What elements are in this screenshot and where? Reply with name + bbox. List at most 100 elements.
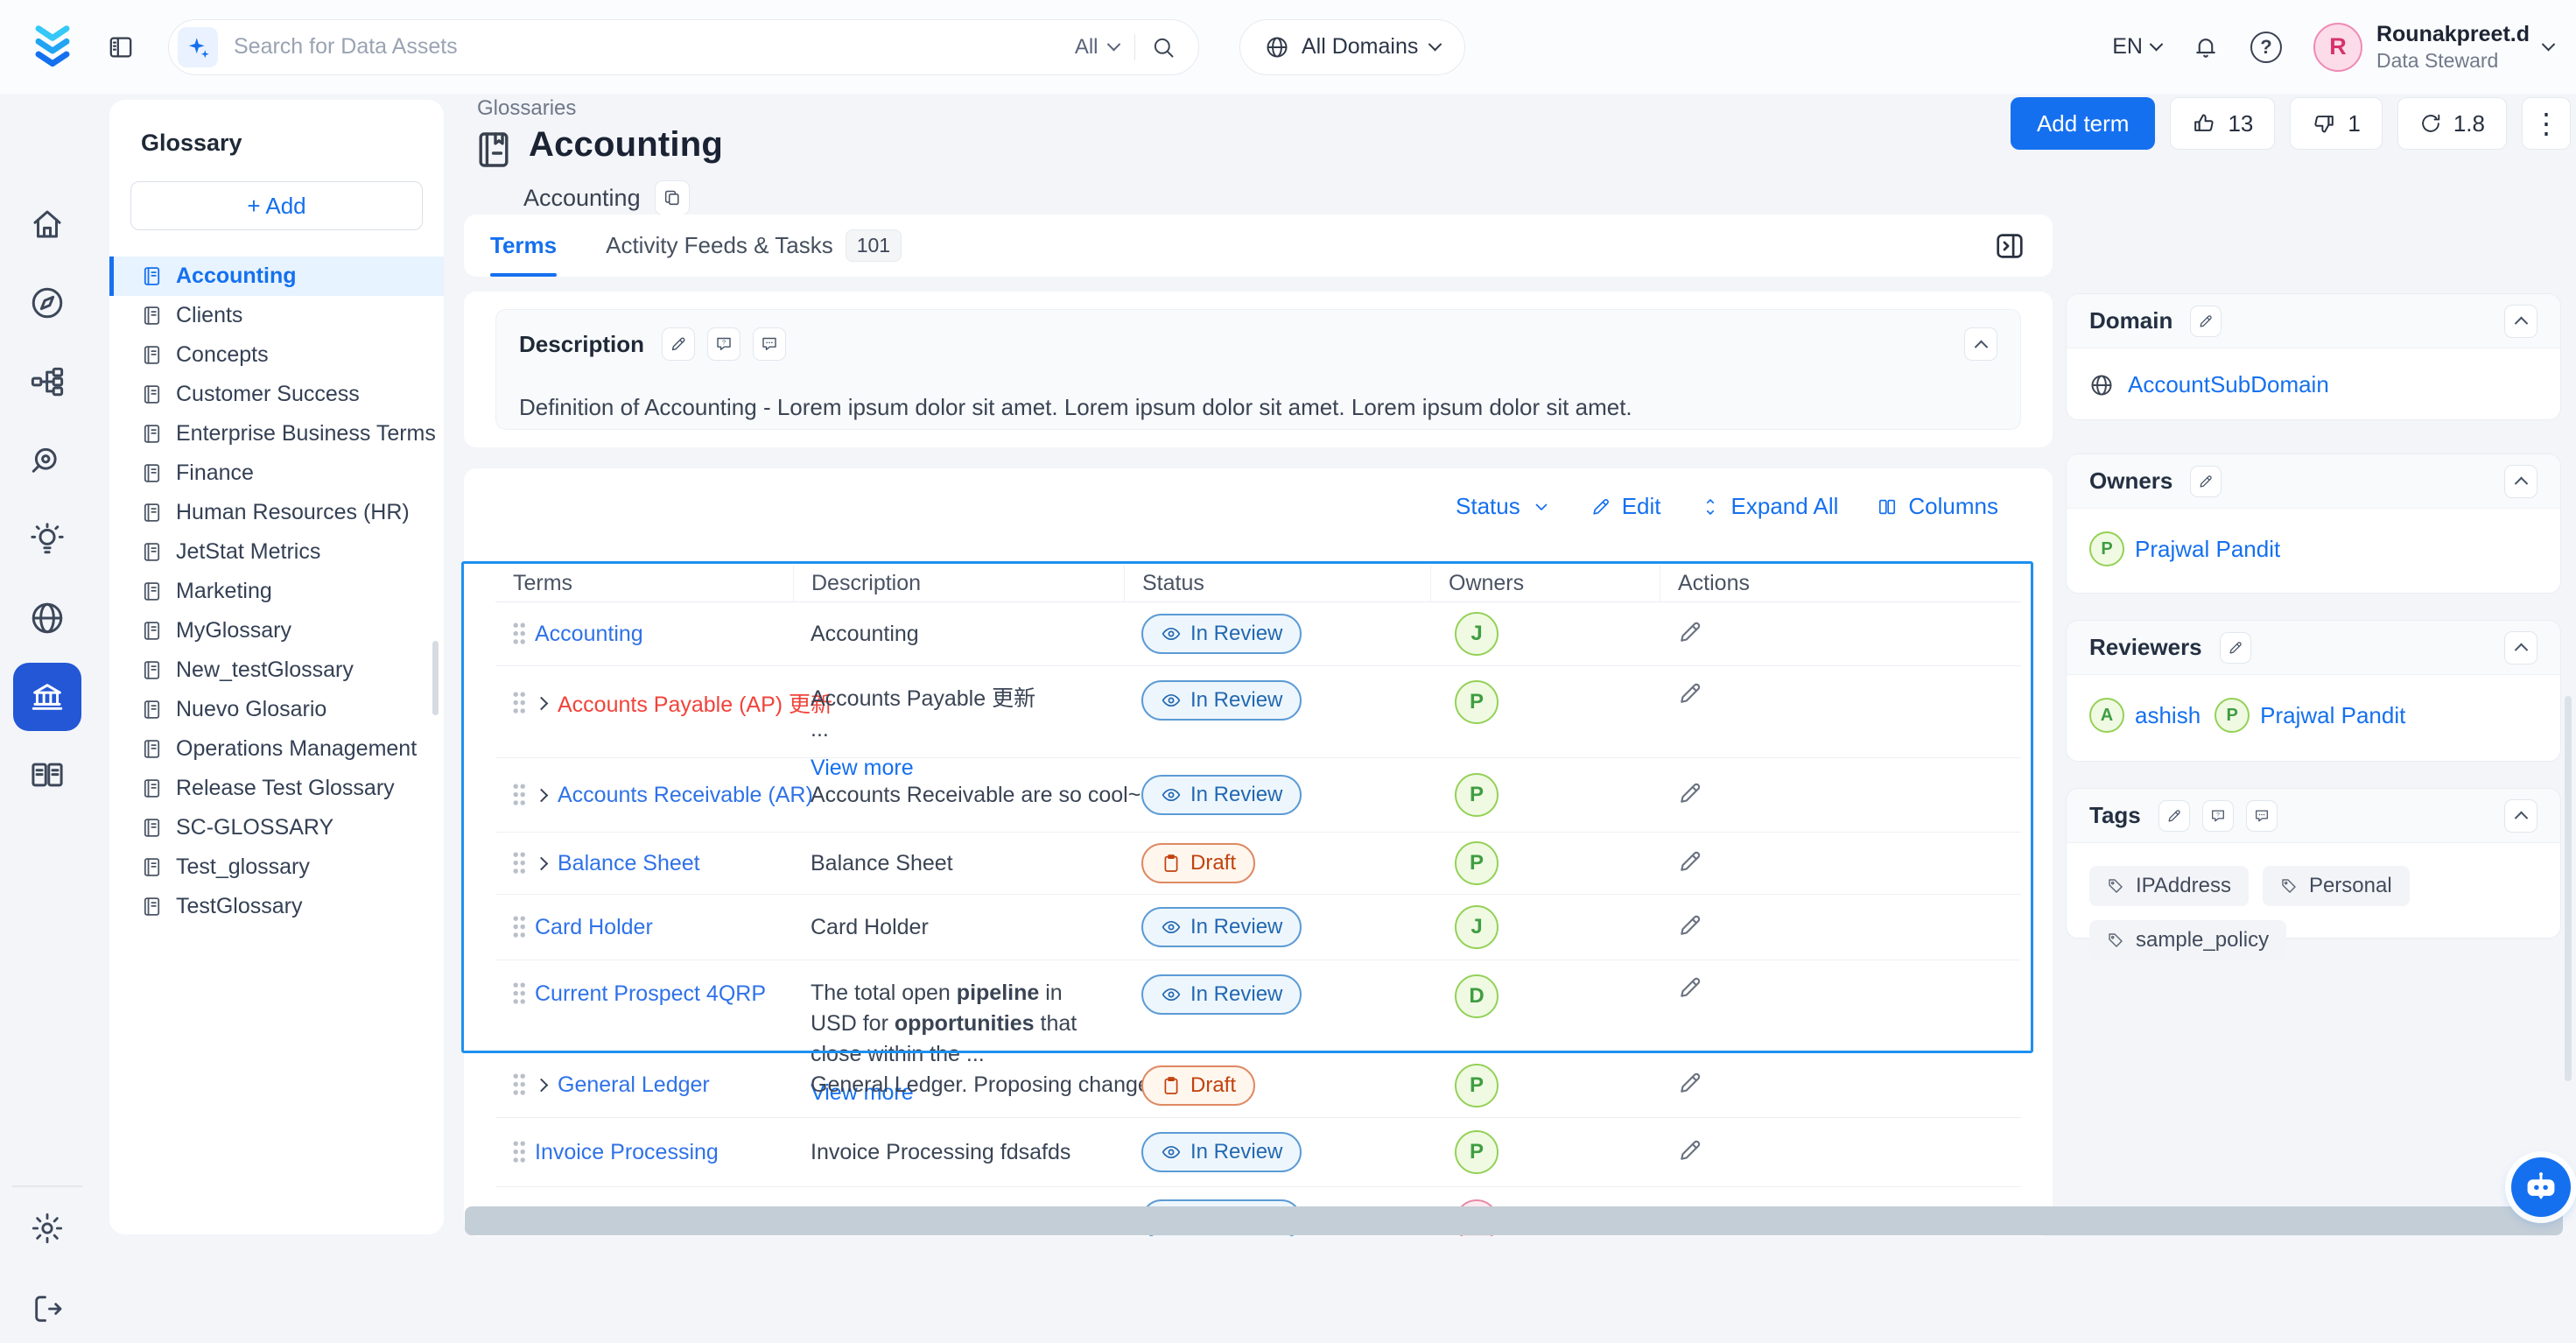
rail-item-govern-bank[interactable] — [13, 663, 81, 731]
status-badge[interactable]: In Review — [1141, 614, 1302, 654]
downvote-button[interactable]: 1 — [2290, 97, 2382, 150]
glossary-item-accounting[interactable]: Accounting — [109, 257, 444, 296]
upvote-button[interactable]: 13 — [2170, 97, 2275, 150]
edit-domain-button[interactable] — [2190, 306, 2222, 337]
collapse-reviewers-button[interactable] — [2504, 631, 2537, 664]
collapse-owners-button[interactable] — [2504, 465, 2537, 498]
expand-row-icon[interactable] — [535, 856, 549, 870]
domain-link[interactable]: AccountSubDomain — [2128, 371, 2329, 398]
global-search[interactable]: All — [168, 19, 1199, 75]
status-badge[interactable]: In Review — [1141, 680, 1302, 721]
collapse-domain-button[interactable] — [2504, 305, 2537, 338]
column-header-description[interactable]: Description — [793, 565, 1124, 601]
owner-avatar[interactable]: P — [1455, 1130, 1499, 1174]
status-badge[interactable]: In Review — [1141, 775, 1302, 815]
tag-chip[interactable]: IPAddress — [2089, 866, 2249, 906]
columns-button[interactable]: Columns — [1877, 493, 1998, 520]
help-icon[interactable]: ? — [2250, 32, 2282, 63]
search-scope-dropdown[interactable]: All — [1075, 35, 1119, 60]
collapse-side-panel-icon[interactable] — [1993, 229, 2026, 263]
edit-term-icon[interactable] — [1677, 680, 1703, 707]
glossary-item-operations-management[interactable]: Operations Management — [109, 729, 444, 769]
rail-item-settings-gear[interactable] — [13, 1194, 81, 1262]
drag-handle-icon[interactable] — [513, 622, 525, 646]
glossary-item-myglossary[interactable]: MyGlossary — [109, 611, 444, 650]
conversation-icon[interactable] — [753, 327, 786, 361]
collapse-tags-button[interactable] — [2504, 799, 2537, 833]
glossary-item-finance[interactable]: Finance — [109, 454, 444, 493]
edit-term-icon[interactable] — [1677, 974, 1703, 1001]
rail-item-home[interactable] — [13, 190, 81, 258]
rail-item-domains-globe[interactable] — [13, 584, 81, 652]
drag-handle-icon[interactable] — [513, 982, 525, 1006]
search-input[interactable] — [234, 34, 1059, 60]
edit-owners-button[interactable] — [2190, 466, 2222, 497]
edit-term-icon[interactable] — [1677, 780, 1703, 806]
rail-item-lineage[interactable] — [13, 348, 81, 416]
drag-handle-icon[interactable] — [513, 916, 525, 939]
search-icon[interactable] — [1151, 35, 1176, 60]
status-badge[interactable]: In Review — [1141, 974, 1302, 1015]
user-link[interactable]: Prajwal Pandit — [2260, 702, 2405, 729]
expand-row-icon[interactable] — [535, 1079, 549, 1093]
term-link[interactable]: Card Holder — [535, 915, 653, 940]
edit-term-icon[interactable] — [1677, 619, 1703, 645]
owner-avatar[interactable]: J — [1455, 905, 1499, 949]
status-badge[interactable]: Draft — [1141, 1065, 1255, 1106]
drag-handle-icon[interactable] — [513, 1073, 525, 1097]
term-link[interactable]: Accounts Payable (AP) 更新 — [558, 687, 832, 719]
user-chip[interactable]: Aashish — [2089, 698, 2200, 733]
more-options-button[interactable]: ⋮ — [2522, 97, 2571, 150]
glossary-item-testglossary[interactable]: TestGlossary — [109, 887, 444, 926]
owner-avatar[interactable]: P — [1455, 1064, 1499, 1107]
edit-term-icon[interactable] — [1677, 1137, 1703, 1164]
term-link[interactable]: General Ledger — [558, 1072, 710, 1098]
user-chip[interactable]: PPrajwal Pandit — [2089, 531, 2280, 566]
app-logo[interactable] — [25, 19, 81, 75]
tab-activity-feeds[interactable]: Activity Feeds & Tasks 101 — [606, 214, 902, 277]
glossary-item-test-glossary[interactable]: Test_glossary — [109, 847, 444, 887]
rail-item-observability[interactable] — [13, 426, 81, 495]
term-link[interactable]: Invoice Processing — [535, 1140, 719, 1165]
glossary-item-human-resources-hr-[interactable]: Human Resources (HR) — [109, 493, 444, 532]
term-link[interactable]: Accounts Receivable (AR) — [558, 783, 813, 808]
status-badge[interactable]: In Review — [1141, 1132, 1302, 1172]
drag-handle-icon[interactable] — [513, 1141, 525, 1164]
glossary-item-nuevo-glosario[interactable]: Nuevo Glosario — [109, 690, 444, 729]
add-term-button[interactable]: Add term — [2011, 97, 2156, 150]
rail-item-logout[interactable] — [13, 1275, 81, 1343]
glossary-item-sc-glossary[interactable]: SC-GLOSSARY — [109, 808, 444, 847]
drag-handle-icon[interactable] — [513, 692, 525, 715]
glossary-item-release-test-glossary[interactable]: Release Test Glossary — [109, 769, 444, 808]
expand-row-icon[interactable] — [535, 788, 549, 802]
expand-all-button[interactable]: Expand All — [1700, 493, 1839, 520]
all-domains-button[interactable]: All Domains — [1239, 19, 1465, 75]
rail-item-explore-compass[interactable] — [13, 269, 81, 337]
glossary-item-concepts[interactable]: Concepts — [109, 335, 444, 375]
horizontal-scrollbar[interactable] — [465, 1206, 2563, 1235]
user-chip[interactable]: PPrajwal Pandit — [2215, 698, 2405, 733]
owner-avatar[interactable]: P — [1455, 680, 1499, 724]
edit-button[interactable]: Edit — [1590, 493, 1661, 520]
edit-reviewers-button[interactable] — [2220, 632, 2251, 664]
column-header-terms[interactable]: Terms — [495, 565, 793, 601]
edit-term-icon[interactable] — [1677, 912, 1703, 939]
comment-request-icon[interactable]: ? — [2202, 800, 2234, 832]
term-link[interactable]: Balance Sheet — [558, 851, 700, 876]
user-menu[interactable]: R Rounakpreet.d Data Steward — [2313, 21, 2553, 74]
glossary-item-jetstat-metrics[interactable]: JetStat Metrics — [109, 532, 444, 572]
user-avatar[interactable]: R — [2313, 23, 2362, 72]
owner-avatar[interactable]: J — [1455, 612, 1499, 656]
term-link[interactable]: Current Prospect 4QRP — [535, 981, 766, 1007]
add-glossary-button[interactable]: + Add — [130, 181, 423, 230]
status-badge[interactable]: In Review — [1141, 907, 1302, 947]
owner-avatar[interactable]: D — [1455, 974, 1499, 1018]
chat-assistant-button[interactable] — [2511, 1157, 2571, 1217]
tab-terms[interactable]: Terms — [490, 214, 557, 277]
user-link[interactable]: ashish — [2135, 702, 2200, 729]
user-link[interactable]: Prajwal Pandit — [2135, 536, 2280, 563]
column-header-owners[interactable]: Owners — [1430, 565, 1660, 601]
edit-description-button[interactable] — [662, 327, 695, 361]
comment-request-icon[interactable]: ? — [707, 327, 741, 361]
view-more-link[interactable]: View more — [811, 756, 1124, 781]
